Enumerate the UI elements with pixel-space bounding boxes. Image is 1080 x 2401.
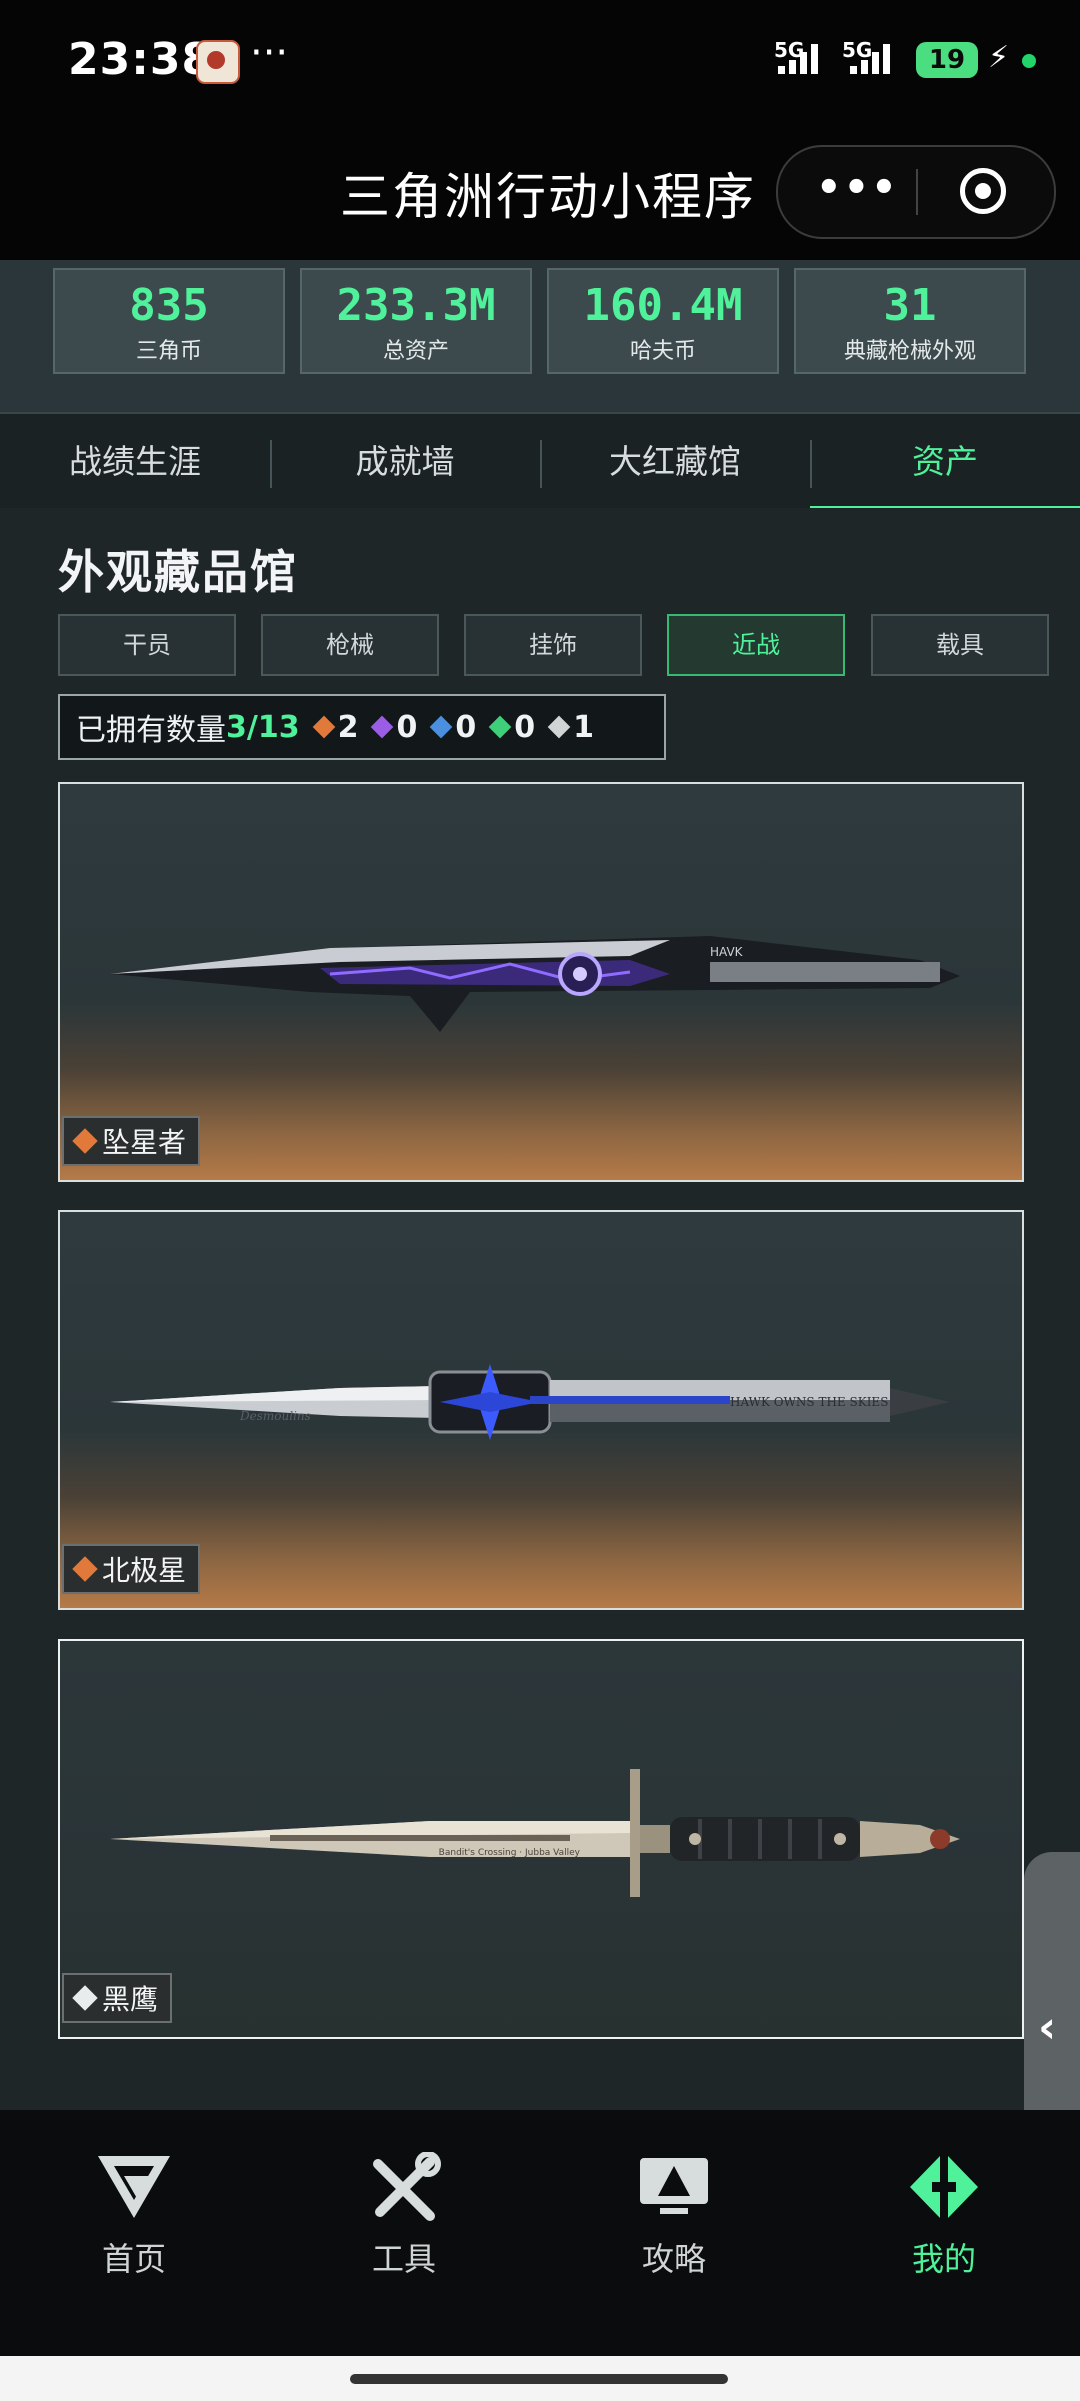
bottom-nav: 首页 工具 攻略 我的 bbox=[0, 2110, 1080, 2356]
white-rarity-icon bbox=[547, 715, 571, 739]
green-rarity-icon bbox=[488, 715, 512, 739]
stat-label: 哈夫币 bbox=[629, 339, 696, 364]
charging-icon: ⚡ bbox=[988, 40, 1010, 75]
engraving-text: Bandit's Crossing · Jubba Valley bbox=[439, 1848, 581, 1858]
filter-melee[interactable]: 近战 bbox=[667, 614, 845, 676]
stat-label: 典藏枪械外观 bbox=[843, 339, 976, 364]
rarity-count: 0 bbox=[455, 709, 477, 745]
stat-total-assets: 233.3M 总资产 bbox=[300, 268, 532, 374]
nav-mine[interactable]: 我的 bbox=[844, 2152, 1044, 2280]
collection-content: 外观藏品馆 干员 枪械 挂饰 近战 载具 已拥有数量 3/13 2 0 0 0 … bbox=[0, 508, 1080, 2110]
tools-icon bbox=[373, 2152, 441, 2221]
tab-achievements[interactable]: 成就墙 bbox=[270, 414, 540, 510]
section-title: 外观藏品馆 bbox=[58, 545, 298, 599]
more-menu-button[interactable]: ••• bbox=[816, 165, 899, 211]
item-name-label: 黑鹰 bbox=[62, 1973, 173, 2023]
knife-image-polaris: Desmoulins HAWK OWNS THE SKIES bbox=[110, 1364, 950, 1440]
rarity-white: 1 bbox=[547, 709, 594, 745]
orange-rarity-icon bbox=[312, 715, 335, 739]
rarity-green: 0 bbox=[488, 709, 536, 745]
stat-delta-coin: 835 三角币 bbox=[53, 268, 285, 374]
stat-value: 233.3M bbox=[336, 280, 496, 331]
white-rarity-icon bbox=[72, 1985, 98, 2011]
app-notification-icon bbox=[196, 40, 240, 84]
asset-stats: 835 三角币 233.3M 总资产 160.4M 哈夫币 31 典藏枪械外观 bbox=[0, 260, 1080, 412]
stat-value: 31 bbox=[883, 280, 937, 331]
filter-operators[interactable]: 干员 bbox=[58, 614, 236, 676]
chevron-left-icon: ‹ bbox=[1038, 2002, 1057, 2053]
nav-tools[interactable]: 工具 bbox=[304, 2152, 504, 2280]
skin-card-falling-star[interactable]: HAVK 坠星者 bbox=[58, 782, 1024, 1182]
knife-image-black-hawk: Bandit's Crossing · Jubba Valley bbox=[110, 1769, 960, 1897]
nav-label: 首页 bbox=[101, 2240, 166, 2278]
nav-label: 工具 bbox=[371, 2240, 436, 2278]
clock: 23:38 bbox=[68, 34, 214, 85]
orange-rarity-icon bbox=[72, 1556, 98, 1582]
blue-rarity-icon bbox=[430, 715, 453, 739]
filter-vehicles[interactable]: 载具 bbox=[871, 614, 1049, 676]
battery-icon: 19 bbox=[916, 42, 978, 78]
more-notifications-icon: ··· bbox=[250, 30, 289, 76]
rarity-count: 2 bbox=[337, 709, 359, 745]
status-bar: 23:38 ··· 5G 5G 19 ⚡ bbox=[0, 0, 1080, 125]
stat-label: 总资产 bbox=[382, 339, 449, 364]
stat-value: 835 bbox=[129, 280, 209, 331]
nav-guides[interactable]: 攻略 bbox=[574, 2152, 774, 2280]
nav-home[interactable]: 首页 bbox=[34, 2152, 234, 2280]
skin-card-black-hawk[interactable]: Bandit's Crossing · Jubba Valley 黑鹰 bbox=[58, 1639, 1024, 2039]
signal-bars-1-icon bbox=[778, 44, 818, 74]
tab-career[interactable]: 战绩生涯 bbox=[0, 414, 270, 510]
rarity-purple: 0 bbox=[371, 709, 418, 745]
rarity-count: 1 bbox=[573, 709, 594, 745]
orange-rarity-icon bbox=[72, 1128, 98, 1154]
rarity-blue: 0 bbox=[430, 709, 477, 745]
mine-logo-icon bbox=[910, 2156, 978, 2218]
engraving-text-2: HAWK OWNS THE SKIES bbox=[730, 1395, 888, 1409]
home-logo-icon bbox=[98, 2156, 170, 2218]
stat-haf-coin: 160.4M 哈夫币 bbox=[547, 268, 779, 374]
item-name: 坠星者 bbox=[102, 1126, 187, 1159]
privacy-indicator-icon bbox=[1022, 54, 1036, 68]
item-name: 黑鹰 bbox=[102, 1983, 159, 2016]
tab-red-collection[interactable]: 大红藏馆 bbox=[540, 414, 810, 510]
nav-label: 我的 bbox=[911, 2240, 976, 2278]
profile-tabs: 战绩生涯 成就墙 大红藏馆 资产 bbox=[0, 412, 1080, 512]
owned-count: 3/13 bbox=[226, 709, 300, 745]
owned-count-bar: 已拥有数量 3/13 2 0 0 0 1 bbox=[58, 694, 666, 760]
tab-assets[interactable]: 资产 bbox=[810, 414, 1080, 510]
home-indicator[interactable] bbox=[350, 2374, 728, 2384]
nav-label: 攻略 bbox=[641, 2240, 706, 2278]
system-gesture-area bbox=[0, 2356, 1080, 2401]
rarity-count: 0 bbox=[396, 709, 418, 745]
item-name-label: 北极星 bbox=[62, 1544, 201, 1594]
item-name: 北极星 bbox=[102, 1554, 187, 1587]
miniprogram-capsule: ••• bbox=[776, 145, 1056, 239]
knife-image-falling-star: HAVK bbox=[110, 936, 960, 1032]
title-bar: 三角洲行动小程序 ••• bbox=[0, 125, 1080, 260]
page-title: 三角洲行动小程序 bbox=[340, 168, 756, 226]
item-name-label: 坠星者 bbox=[62, 1116, 201, 1166]
filter-charms[interactable]: 挂饰 bbox=[464, 614, 642, 676]
purple-rarity-icon bbox=[371, 715, 394, 739]
stat-collection-skins: 31 典藏枪械外观 bbox=[794, 268, 1026, 374]
stat-value: 160.4M bbox=[583, 280, 743, 331]
filter-guns[interactable]: 枪械 bbox=[261, 614, 439, 676]
engraving-text: Desmoulins bbox=[239, 1409, 311, 1423]
owned-label: 已拥有数量 bbox=[76, 713, 226, 748]
skin-card-polaris[interactable]: Desmoulins HAWK OWNS THE SKIES 北极星 bbox=[58, 1210, 1024, 1610]
close-miniprogram-button[interactable] bbox=[960, 168, 1006, 214]
signal-bars-2-icon bbox=[850, 44, 890, 74]
rarity-orange: 2 bbox=[312, 709, 359, 745]
rarity-count: 0 bbox=[514, 709, 536, 745]
capsule-divider bbox=[916, 169, 918, 215]
monitor-guide-icon bbox=[640, 2158, 708, 2214]
engraving-text: HAVK bbox=[710, 945, 744, 959]
stat-label: 三角币 bbox=[135, 339, 202, 364]
